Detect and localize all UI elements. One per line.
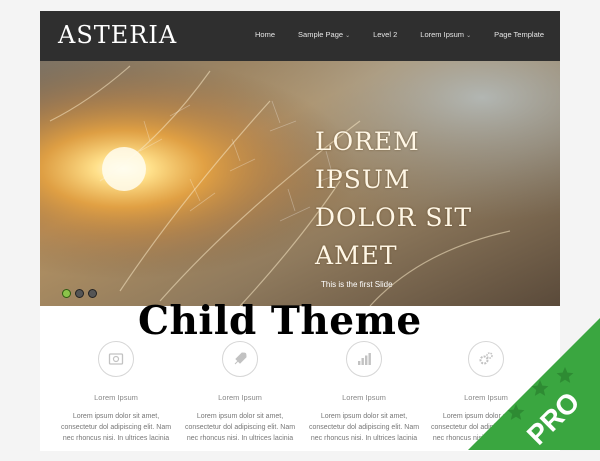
feature-icon-circle	[346, 341, 382, 377]
site-header: ASTERIA Home Sample Page ⌄ Level 2 Lorem …	[40, 11, 560, 61]
feature-title: Lorem Ipsum	[464, 393, 508, 402]
feature-text: Lorem ipsum dolor sit amet, consectetur …	[56, 411, 176, 444]
feature-column: Lorem Ipsum Lorem ipsum dolor sit amet, …	[56, 341, 176, 444]
slide-heading: LOREM IPSUM DOLOR SIT AMET	[315, 123, 555, 275]
feature-icon-circle	[468, 341, 504, 377]
feature-text-line: Lorem ipsum dolor sit amet,	[320, 413, 408, 420]
slider-dot-1[interactable]	[62, 289, 71, 298]
feature-text-line: Lorem ipsum dolor sit amet,	[196, 413, 284, 420]
slide-heading-line: AMET	[315, 241, 398, 270]
feature-text-line: nec rhoncus nisi. In ultrices lacinia	[310, 435, 418, 442]
feature-title: Lorem Ipsum	[218, 393, 262, 402]
feature-title: Lorem Ipsum	[94, 393, 138, 402]
feature-text: Lorem ipsum dolor sit amet, consectetur …	[304, 411, 424, 444]
feature-text-line: consectetur dol adipiscing elit. Nam	[308, 424, 420, 431]
slider-pagination	[62, 289, 101, 298]
slide-heading-line: DOLOR SIT	[315, 203, 473, 232]
feature-text: Lorem ipsum dolor sit amet, consectetur …	[180, 411, 300, 444]
hero-slider[interactable]: LOREM IPSUM DOLOR SIT AMET This is the f…	[40, 61, 560, 306]
chevron-down-icon: ⌄	[345, 33, 351, 39]
nav-label: Level 2	[373, 30, 398, 39]
feature-title: Lorem Ipsum	[342, 393, 386, 402]
nav-item-sample-page[interactable]: Sample Page ⌄	[298, 30, 350, 39]
main-nav: Home Sample Page ⌄ Level 2 Lorem Ipsum ⌄ P…	[232, 30, 544, 39]
feature-text-line: consectetur dol adipiscing elit. Nam	[184, 424, 296, 431]
photo-icon	[108, 353, 124, 365]
nav-item-level-2[interactable]: Level 2	[373, 30, 397, 39]
nav-item-page-template[interactable]: Page Template	[494, 30, 544, 39]
slider-dot-2[interactable]	[75, 289, 84, 298]
nav-label: Lorem Ipsum	[420, 30, 465, 39]
chevron-down-icon: ⌄	[466, 33, 472, 39]
feature-text-line: nec rhoncus nisi. In ultrices lacinia	[432, 435, 540, 442]
feature-text: Lorem ipsum dolor sit amet, consectetur …	[426, 411, 546, 444]
feature-text-line: consectetur dol adipiscing elit. Nam	[430, 424, 542, 431]
feature-column: Lorem Ipsum Lorem ipsum dolor sit amet, …	[180, 341, 300, 444]
nav-label: Sample Page	[298, 30, 344, 39]
child-theme-title: Child Theme	[138, 298, 422, 344]
nav-item-lorem-ipsum[interactable]: Lorem Ipsum ⌄	[420, 30, 471, 39]
nav-label: Home	[255, 30, 276, 39]
feature-icon-circle	[98, 341, 134, 377]
feature-text-line: Lorem ipsum dolor sit amet,	[442, 413, 530, 420]
feature-icon-circle	[222, 341, 258, 377]
theme-preview-site: ASTERIA Home Sample Page ⌄ Level 2 Lorem …	[40, 11, 560, 451]
slider-dot-3[interactable]	[88, 289, 97, 298]
site-logo[interactable]: ASTERIA	[58, 21, 177, 49]
feature-text-line: nec rhoncus nisi. In ultrices lacinia	[186, 435, 294, 442]
bar-chart-icon	[358, 353, 371, 365]
feature-column: Lorem Ipsum Lorem ipsum dolor sit amet, …	[426, 341, 546, 444]
gears-icon	[479, 352, 493, 365]
rocket-icon	[234, 352, 247, 365]
slide-heading-line: LOREM	[315, 127, 420, 156]
nav-label: Page Template	[494, 30, 544, 39]
feature-text-line: consectetur dol adipiscing elit. Nam	[60, 424, 172, 431]
nav-item-home[interactable]: Home	[255, 30, 275, 39]
slide-caption: This is the first Slide	[321, 280, 393, 289]
feature-text-line: Lorem ipsum dolor sit amet,	[72, 413, 160, 420]
feature-text-line: nec rhoncus nisi. In ultrices lacinia	[62, 435, 170, 442]
features-section: Lorem Ipsum Lorem ipsum dolor sit amet, …	[40, 341, 560, 461]
feature-column: Lorem Ipsum Lorem ipsum dolor sit amet, …	[304, 341, 424, 444]
slide-heading-line: IPSUM	[315, 165, 411, 194]
